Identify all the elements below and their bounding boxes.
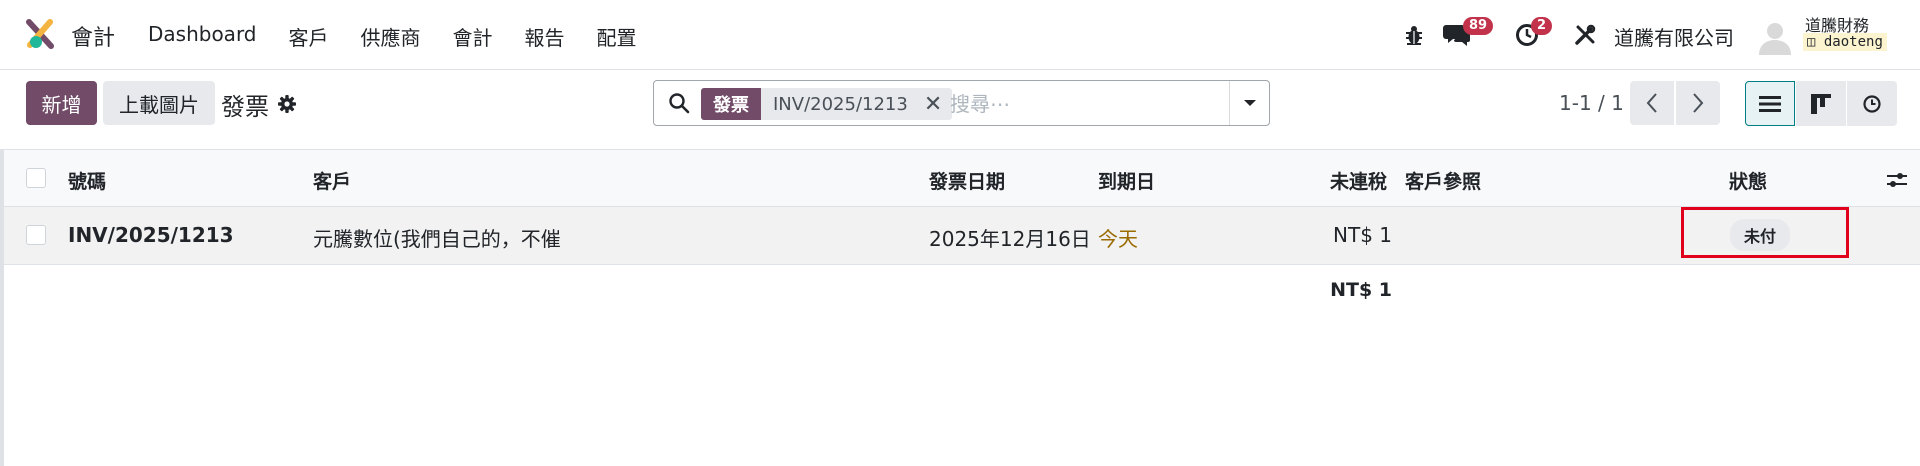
cell-invoice-date: 2025年12月16日	[929, 227, 1091, 251]
database-icon: ◫	[1807, 34, 1816, 50]
column-customer-ref[interactable]: 客戶參照	[1405, 167, 1481, 194]
search-bar: 發票 INV/2025/1213 ✕	[653, 80, 1270, 126]
table-row[interactable]: INV/2025/1213 元騰數位(我們自己的，不催 2025年12月16日 …	[4, 207, 1920, 265]
user-avatar[interactable]	[1756, 17, 1794, 55]
activities-count-badge: 2	[1531, 17, 1553, 35]
menu-reporting[interactable]: 報告	[525, 22, 565, 51]
list-header: 號碼 客戶 發票日期 到期日 未連稅 客戶參照 狀態	[4, 149, 1920, 207]
list-view-icon	[1759, 95, 1781, 112]
pager-value[interactable]: 1-1 / 1	[1559, 91, 1624, 115]
chevron-left-icon	[1646, 93, 1657, 113]
app-name[interactable]: 會計	[71, 20, 115, 52]
menu-dashboard[interactable]: Dashboard	[148, 22, 257, 51]
pager-previous-button[interactable]	[1630, 81, 1674, 125]
column-due-date[interactable]: 到期日	[1098, 167, 1155, 194]
select-all-checkbox[interactable]	[26, 168, 46, 188]
activity-view-button[interactable]	[1847, 81, 1897, 126]
remove-facet-icon[interactable]: ✕	[924, 92, 942, 117]
caret-down-icon	[1243, 100, 1256, 106]
row-checkbox[interactable]	[26, 225, 46, 245]
clock-icon	[1863, 94, 1881, 113]
debug-icon[interactable]	[1404, 24, 1424, 46]
facet-category: 發票	[701, 88, 761, 120]
cell-untaxed: NT$ 1	[1333, 223, 1392, 247]
facet-value: INV/2025/1213	[773, 93, 908, 115]
untaxed-total: NT$ 1	[1330, 279, 1392, 301]
messages-count-badge: 89	[1463, 17, 1494, 35]
column-customer[interactable]: 客戶	[313, 167, 351, 194]
kanban-view-icon	[1811, 93, 1831, 114]
column-number[interactable]: 號碼	[68, 167, 106, 194]
cell-due-date: 今天	[1098, 227, 1138, 251]
pager-next-button[interactable]	[1676, 81, 1720, 125]
search-input[interactable]	[950, 89, 1220, 119]
search-options-toggle[interactable]	[1229, 81, 1269, 125]
company-switcher[interactable]: 道騰有限公司	[1614, 22, 1734, 51]
chevron-right-icon	[1693, 93, 1704, 113]
main-menu: Dashboard 客戶 供應商 會計 報告 配置	[148, 22, 669, 51]
column-invoice-date[interactable]: 發票日期	[929, 167, 1005, 194]
column-status[interactable]: 狀態	[1729, 167, 1767, 194]
database-label: ◫ daoteng	[1803, 33, 1887, 51]
facet-value-container: INV/2025/1213 ✕	[761, 88, 953, 120]
tools-icon[interactable]	[1574, 24, 1596, 46]
new-button[interactable]: 新增	[26, 81, 97, 125]
top-navbar: 會計 Dashboard 客戶 供應商 會計 報告 配置 89 2 道騰有限公司	[0, 0, 1920, 70]
search-facet: 發票 INV/2025/1213 ✕	[701, 88, 953, 120]
list-view-button[interactable]	[1745, 81, 1795, 126]
kanban-view-button[interactable]	[1796, 81, 1846, 126]
search-icon[interactable]	[668, 92, 690, 114]
upload-image-button[interactable]: 上載圖片	[103, 81, 215, 125]
column-untaxed[interactable]: 未連稅	[1330, 167, 1387, 194]
menu-vendors[interactable]: 供應商	[361, 22, 421, 51]
gear-icon[interactable]	[277, 94, 297, 114]
menu-customers[interactable]: 客戶	[289, 22, 329, 51]
optional-columns-icon[interactable]	[1886, 169, 1908, 191]
menu-accounting[interactable]: 會計	[453, 22, 493, 51]
breadcrumb: 發票	[221, 93, 269, 121]
annotation-highlight-box	[1681, 207, 1849, 258]
database-name: daoteng	[1823, 34, 1883, 50]
cell-number: INV/2025/1213	[68, 223, 234, 247]
menu-configuration[interactable]: 配置	[597, 22, 637, 51]
invoice-list: 號碼 客戶 發票日期 到期日 未連稅 客戶參照 狀態 INV/2025/1213…	[0, 149, 1920, 466]
cell-customer: 元騰數位(我們自己的，不催	[313, 227, 561, 251]
app-logo-icon[interactable]	[24, 18, 56, 50]
